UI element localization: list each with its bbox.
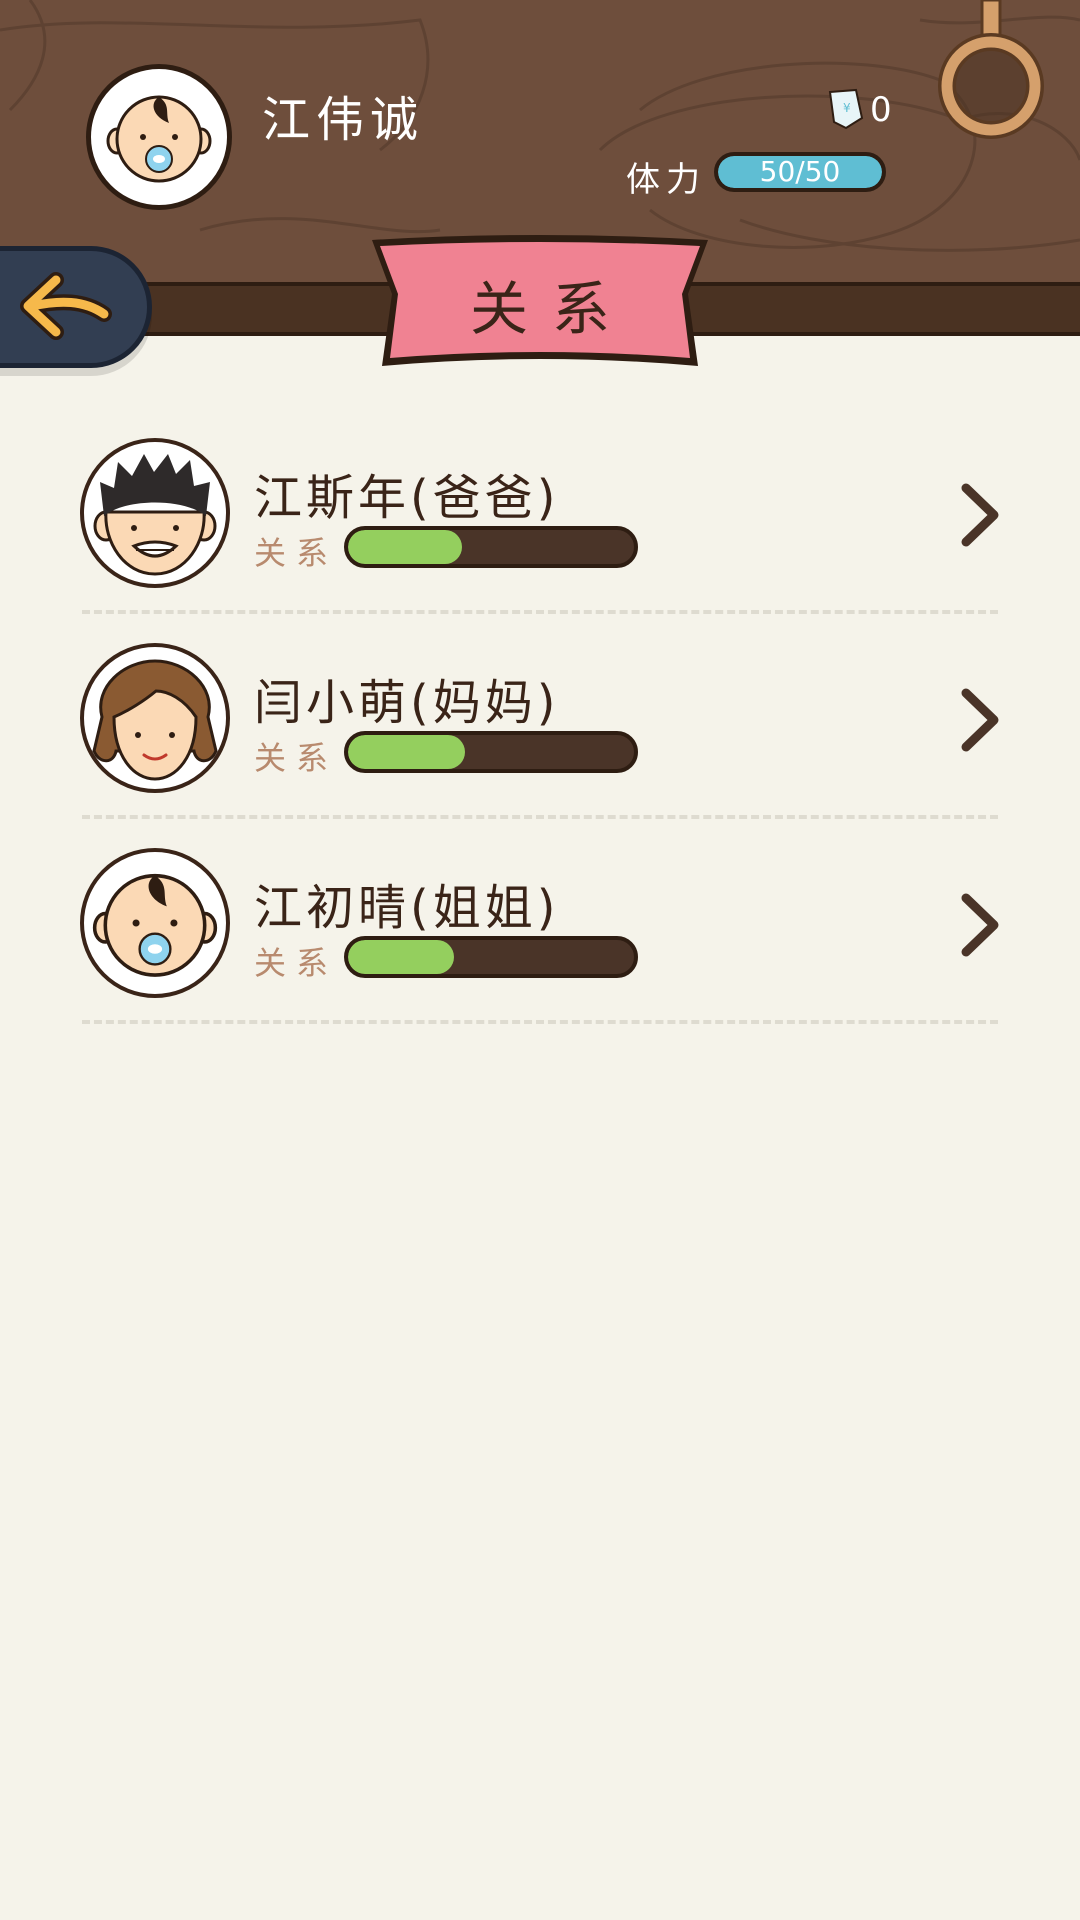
money-count: 0 <box>870 90 892 130</box>
relation-bar <box>344 731 638 773</box>
avatar <box>80 438 230 588</box>
player-name: 江伟诚 <box>262 92 425 148</box>
money-display: ¥ 0 <box>826 88 892 132</box>
back-button[interactable] <box>0 246 152 368</box>
chevron-right-icon[interactable] <box>958 685 1004 755</box>
relation-bar-fill <box>348 940 454 974</box>
relative-name: 闫小萌(妈妈) <box>254 675 560 731</box>
avatar <box>80 848 230 998</box>
row-divider <box>82 610 998 614</box>
svg-text:¥: ¥ <box>843 101 851 115</box>
list-item[interactable]: 江斯年(爸爸) 关系 <box>0 430 1080 635</box>
baby-face-icon <box>92 873 218 977</box>
chevron-right-icon[interactable] <box>958 480 1004 550</box>
avatar <box>80 643 230 793</box>
relation-bar <box>344 936 638 978</box>
relation-label: 关系 <box>254 739 339 777</box>
dad-face-icon <box>93 454 217 576</box>
list-item[interactable]: 江初晴(姐姐) 关系 <box>0 840 1080 1045</box>
back-arrow-icon <box>20 272 112 340</box>
relationship-screen: 江伟诚 ¥ 0 体力 50/50 关系 江斯年(爸爸) 关系 闫小萌(妈妈) 关… <box>0 0 1080 1920</box>
relation-label: 关系 <box>254 944 339 982</box>
banknote-icon: ¥ <box>828 88 864 130</box>
player-avatar[interactable] <box>86 64 232 210</box>
baby-face-icon <box>106 95 212 183</box>
relative-name: 江初晴(姐姐) <box>254 880 560 936</box>
stamina-label: 体力 <box>626 160 706 200</box>
row-divider <box>82 1020 998 1024</box>
relatives-list: 江斯年(爸爸) 关系 闫小萌(妈妈) 关系 江初晴(姐姐) 关系 <box>0 430 1080 1045</box>
row-divider <box>82 815 998 819</box>
list-item[interactable]: 闫小萌(妈妈) 关系 <box>0 635 1080 840</box>
chevron-right-icon[interactable] <box>958 890 1004 960</box>
relation-label: 关系 <box>254 534 339 572</box>
mom-face-icon <box>92 659 218 781</box>
relation-bar-fill <box>348 530 463 564</box>
stamina-bar: 50/50 <box>714 152 886 192</box>
page-title: 关系 <box>469 275 634 343</box>
ring-handle-icon[interactable] <box>932 0 1052 150</box>
relation-bar-fill <box>348 735 466 769</box>
stamina-value: 50/50 <box>759 155 841 188</box>
relation-bar <box>344 526 638 568</box>
relative-name: 江斯年(爸爸) <box>254 470 560 526</box>
